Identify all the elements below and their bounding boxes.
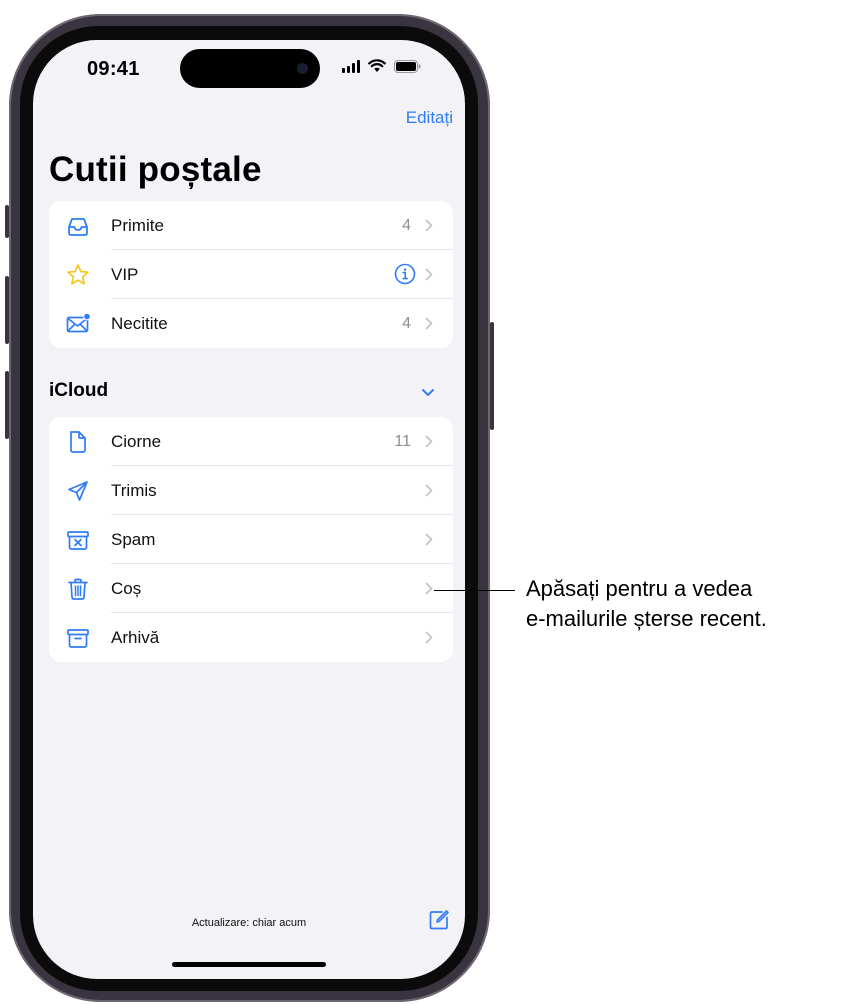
mail-screen: 09:41 Editați Cutii poștale Primite 4 VI… <box>33 40 465 979</box>
action-button <box>5 205 9 238</box>
chevron-right-icon <box>425 533 433 546</box>
page-title: Cutii poștale <box>49 150 262 189</box>
callout-line-1: Apăsați pentru a vedea <box>526 576 753 601</box>
mailbox-label: Trimis <box>111 480 157 500</box>
icloud-mailbox-list: Ciorne 11 Trimis Spam Coș Arhivă <box>49 417 453 662</box>
home-indicator <box>172 962 326 967</box>
status-icons <box>342 59 421 73</box>
callout-text: Apăsați pentru a vedea e-mailurile șters… <box>526 574 767 634</box>
mailbox-label: Spam <box>111 529 156 549</box>
chevron-right-icon <box>425 268 433 281</box>
compose-icon[interactable] <box>428 909 450 931</box>
unread-count: 4 <box>402 216 411 234</box>
mailbox-label: Ciorne <box>111 431 162 451</box>
mailbox-row-trash[interactable]: Coș <box>49 564 453 613</box>
mailbox-row-archive[interactable]: Arhivă <box>49 613 453 662</box>
volume-down-button <box>5 371 9 439</box>
callout-line-2: e-mailurile șterse recent. <box>526 606 767 631</box>
chevron-right-icon <box>425 484 433 497</box>
chevron-right-icon <box>425 631 433 644</box>
mailbox-label: Coș <box>111 578 142 598</box>
chevron-right-icon <box>425 435 433 448</box>
mailbox-row-spam[interactable]: Spam <box>49 515 453 564</box>
unread-envelope-icon <box>66 312 91 333</box>
chevron-right-icon <box>425 317 433 330</box>
volume-up-button <box>5 276 9 344</box>
archive-box-icon <box>67 629 89 648</box>
dynamic-island <box>180 49 320 88</box>
favorites-list: Primite 4 VIP Necitite 4 <box>49 201 453 348</box>
info-icon[interactable] <box>394 263 416 285</box>
edit-button[interactable]: Editați <box>406 108 453 128</box>
chevron-right-icon <box>425 219 433 232</box>
cellular-signal-icon <box>342 60 360 73</box>
junk-box-icon <box>67 531 89 550</box>
mailbox-row-unread[interactable]: Necitite 4 <box>49 299 453 348</box>
update-status: Actualizare: chiar acum <box>191 917 307 929</box>
mailbox-label: Arhivă <box>111 627 160 647</box>
battery-icon <box>394 60 421 73</box>
draft-count: 11 <box>394 432 411 450</box>
mailbox-row-sent[interactable]: Trimis <box>49 466 453 515</box>
status-time: 09:41 <box>87 58 140 80</box>
draft-doc-icon <box>70 431 86 453</box>
unread-count: 4 <box>402 314 411 332</box>
mailbox-row-vip[interactable]: VIP <box>49 250 453 299</box>
camera-icon <box>297 63 308 74</box>
wifi-icon <box>368 59 386 72</box>
mailbox-label: VIP <box>111 264 139 284</box>
section-header-icloud[interactable]: iCloud <box>49 380 108 402</box>
mailbox-label: Primite <box>111 215 164 235</box>
chevron-right-icon <box>425 582 433 595</box>
paperplane-icon <box>68 481 88 501</box>
mailbox-label: Necitite <box>111 313 168 333</box>
mailbox-row-drafts[interactable]: Ciorne 11 <box>49 417 453 466</box>
power-button <box>490 322 494 430</box>
mailbox-row-inbox[interactable]: Primite 4 <box>49 201 453 250</box>
chevron-down-icon[interactable] <box>421 388 435 397</box>
star-icon <box>67 264 89 285</box>
callout-line <box>434 590 515 591</box>
tray-icon <box>68 218 88 236</box>
trash-icon <box>68 578 88 600</box>
